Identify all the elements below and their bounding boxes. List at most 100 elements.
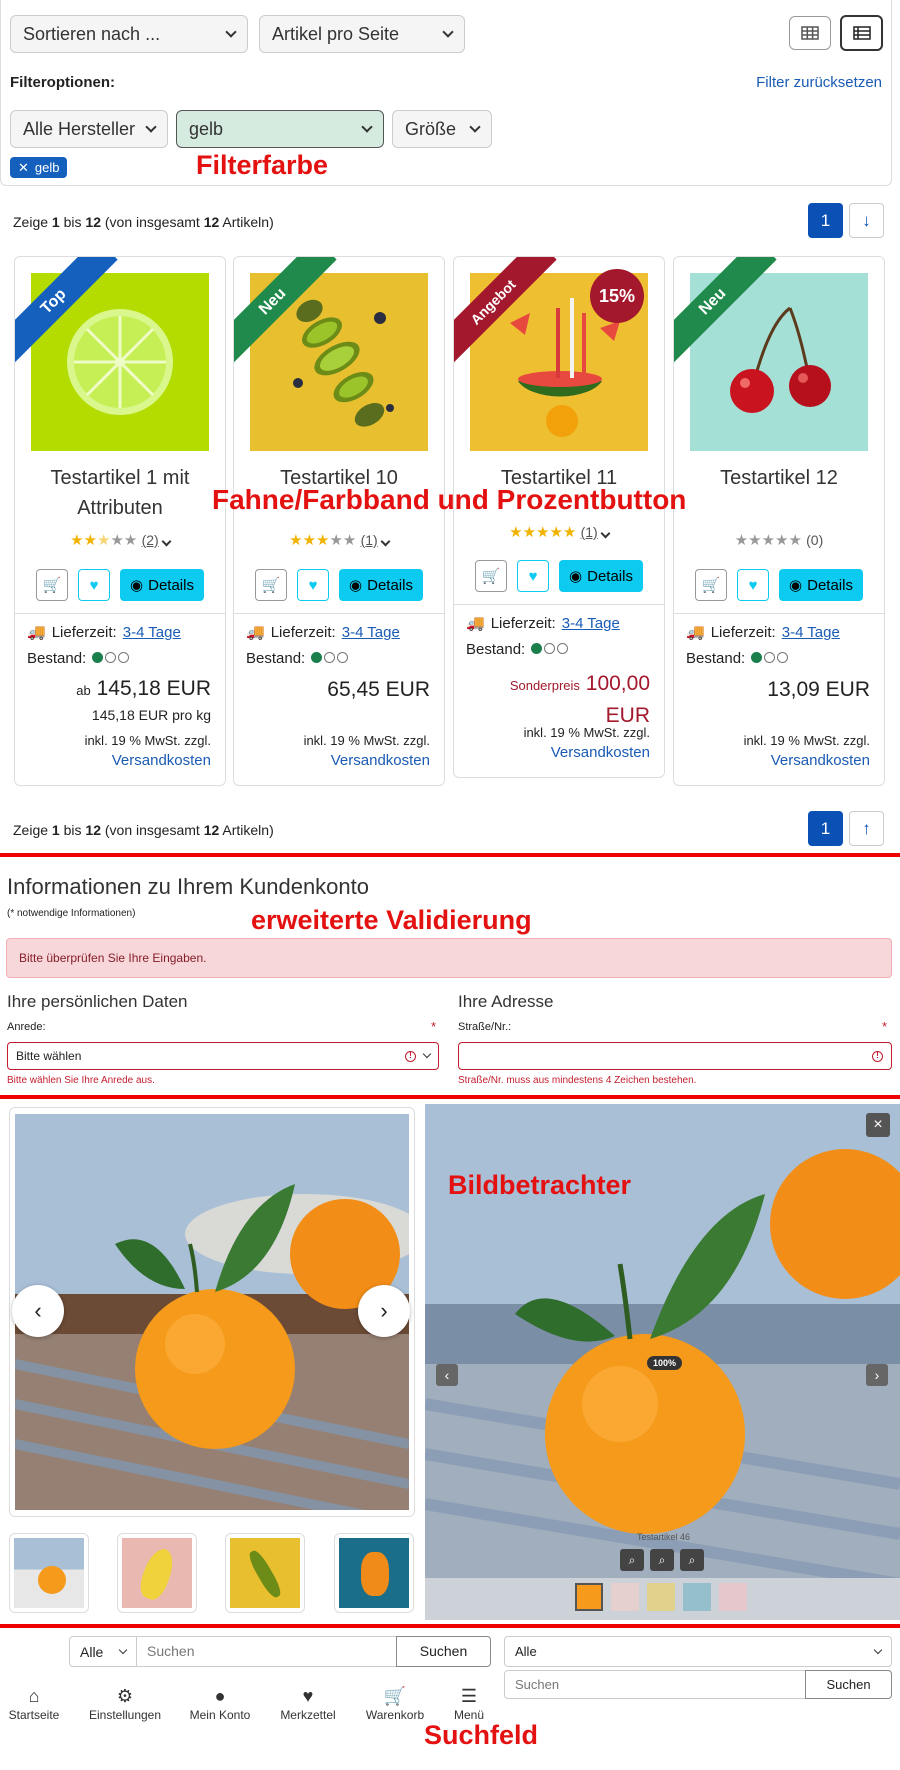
gallery-main-image[interactable] — [15, 1114, 409, 1510]
viewer-thumb[interactable] — [683, 1583, 711, 1611]
viewer-thumb[interactable] — [647, 1583, 675, 1611]
gallery-thumb-orange[interactable] — [334, 1533, 414, 1613]
product-name[interactable]: Testartikel 1 mit Attributen — [15, 463, 225, 523]
size-filter[interactable]: Größe — [392, 110, 492, 148]
delivery-link[interactable]: 3-4 Tage — [123, 620, 181, 646]
product-card[interactable]: Top Testartikel 1 mit Attributen ★★★★★ (2… — [14, 256, 226, 786]
delivery-link[interactable]: 3-4 Tage — [562, 611, 620, 637]
zoom-reset-button[interactable]: ⌕ — [650, 1549, 674, 1571]
heart-icon: ♥ — [302, 1686, 314, 1706]
grid-view-button[interactable] — [789, 16, 831, 50]
add-to-cart-button[interactable]: 🛒 — [36, 569, 69, 601]
pagination-prefix: Zeige — [13, 822, 52, 838]
sort-select[interactable]: Sortieren nach ... — [10, 15, 248, 53]
wishlist-button[interactable]: ♥ — [737, 569, 770, 601]
zoom-in-button[interactable]: ⌕ — [620, 1549, 644, 1571]
search-input-2[interactable]: Suchen — [504, 1670, 806, 1699]
salutation-select[interactable]: Bitte wählen ! — [7, 1042, 439, 1070]
cart-icon: 🛒 — [701, 577, 721, 594]
page-1-button[interactable]: 1 — [808, 203, 843, 238]
nav-settings[interactable]: ⚙ Einstellungen — [80, 1686, 170, 1722]
gallery-thumb-kiwi[interactable] — [225, 1533, 305, 1613]
wishlist-button[interactable]: ♥ — [78, 569, 111, 601]
viewer-close-button[interactable]: × — [866, 1113, 890, 1137]
shipping-link[interactable]: Versandkosten — [331, 752, 430, 769]
error-icon: ! — [872, 1050, 883, 1062]
tax-note: inkl. 19 % MwSt. zzgl. Versandkosten — [744, 731, 870, 771]
viewer-next-button[interactable]: › — [866, 1364, 888, 1386]
stock-label: Bestand: — [27, 650, 87, 667]
shipping-link[interactable]: Versandkosten — [112, 752, 211, 769]
search-button[interactable]: Suchen — [396, 1636, 491, 1667]
details-button[interactable]: ◉ Details — [779, 569, 863, 601]
delivery-link[interactable]: 3-4 Tage — [782, 620, 840, 646]
details-button[interactable]: ◉ Details — [120, 569, 204, 601]
gallery-thumb-banana[interactable] — [117, 1533, 197, 1613]
rating-count[interactable]: (2) — [142, 532, 159, 548]
rating-count[interactable]: (1) — [361, 532, 378, 548]
list-view-button[interactable] — [840, 15, 883, 51]
nav-account[interactable]: ● Mein Konto — [175, 1686, 265, 1722]
details-button[interactable]: ◉ Details — [559, 560, 643, 592]
search-button-2[interactable]: Suchen — [805, 1670, 892, 1699]
scroll-down-button[interactable]: ↓ — [849, 203, 884, 238]
active-filter-chip[interactable]: ✕ gelb — [10, 157, 68, 178]
gallery-thumb-tangerine[interactable] — [9, 1533, 89, 1613]
street-field[interactable]: ! — [458, 1042, 892, 1070]
annotation-search-field: Suchfeld — [424, 1720, 539, 1750]
add-to-cart-button[interactable]: 🛒 — [255, 569, 288, 601]
account-title: Informationen zu Ihrem Kundenkonto — [7, 874, 370, 899]
rating-count[interactable]: (1) — [581, 524, 598, 540]
viewer-thumb[interactable] — [575, 1583, 603, 1611]
wishlist-button[interactable]: ♥ — [517, 560, 550, 592]
nav-wishlist[interactable]: ♥ Merkzettel — [263, 1686, 353, 1722]
chevron-down-icon[interactable] — [380, 536, 391, 547]
product-name[interactable]: Testartikel 12 — [674, 463, 884, 493]
nav-wishlist-label: Merkzettel — [280, 1708, 336, 1722]
wishlist-button[interactable]: ♥ — [297, 569, 330, 601]
manufacturer-filter-label: Alle Hersteller — [23, 118, 136, 139]
validation-alert: Bitte überprüfen Sie Ihre Eingaben. — [6, 938, 892, 978]
truck-icon: 🚚 — [246, 624, 265, 641]
per-page-select[interactable]: Artikel pro Seite — [259, 15, 465, 53]
rating-stars: ★★★★★ (1) — [454, 523, 664, 541]
chevron-down-icon[interactable] — [161, 536, 172, 547]
price-value: 145,18 EUR — [96, 677, 211, 700]
gallery-prev-button[interactable]: ‹ — [12, 1285, 64, 1337]
shipping-link[interactable]: Versandkosten — [551, 744, 650, 761]
zoom-out-button[interactable]: ⌕ — [680, 1549, 704, 1571]
product-card[interactable]: Angebot 15% Testartikel 11 ★★★★★ (1) 🛒 ♥… — [453, 256, 665, 778]
viewer-thumb[interactable] — [611, 1583, 639, 1611]
page-1-button[interactable]: 1 — [808, 811, 843, 846]
reset-filter-link[interactable]: Filter zurücksetzen — [756, 74, 882, 91]
details-button[interactable]: ◉ Details — [339, 569, 423, 601]
chevron-down-icon[interactable] — [600, 528, 611, 539]
scroll-up-button[interactable]: ↑ — [849, 811, 884, 846]
delivery-link[interactable]: 3-4 Tage — [342, 620, 400, 646]
viewer-thumb[interactable] — [719, 1583, 747, 1611]
sort-select-label: Sortieren nach ... — [23, 23, 161, 44]
shipping-link[interactable]: Versandkosten — [771, 752, 870, 769]
nav-home[interactable]: ⌂ Startseite — [0, 1686, 79, 1722]
product-card[interactable]: Neu Testartikel 12 ★★★★★ (0) 🛒 ♥ ◉ Detail… — [673, 256, 885, 786]
required-mark: * — [882, 1019, 888, 1034]
manufacturer-filter[interactable]: Alle Hersteller — [10, 110, 168, 148]
delivery-label: Lieferzeit: — [51, 624, 117, 641]
search-input[interactable]: Suchen — [136, 1636, 397, 1667]
add-to-cart-button[interactable]: 🛒 — [475, 560, 508, 592]
search-scope-select-2[interactable]: Alle — [504, 1636, 892, 1667]
add-to-cart-button[interactable]: 🛒 — [695, 569, 728, 601]
details-label: Details — [148, 576, 194, 594]
nav-menu[interactable]: ☰ Menü — [424, 1686, 514, 1722]
viewer-prev-button[interactable]: ‹ — [436, 1364, 458, 1386]
color-filter[interactable]: gelb — [176, 110, 384, 148]
pagination-total-suffix: Artikeln) — [219, 214, 274, 230]
search-scope-select[interactable]: Alle — [69, 1636, 137, 1667]
gallery-next-button[interactable]: › — [358, 1285, 410, 1337]
special-price-value: 100,00 — [585, 672, 650, 695]
chevron-down-icon — [361, 121, 373, 133]
product-card[interactable]: Neu Testartikel 10 ★★★★★ (1) 🛒 ♥ ◉ Detail… — [233, 256, 445, 786]
stock-indicator — [531, 637, 570, 663]
rating-stars: ★★★★★ (1) — [234, 531, 444, 549]
chevron-down-icon — [145, 121, 157, 133]
